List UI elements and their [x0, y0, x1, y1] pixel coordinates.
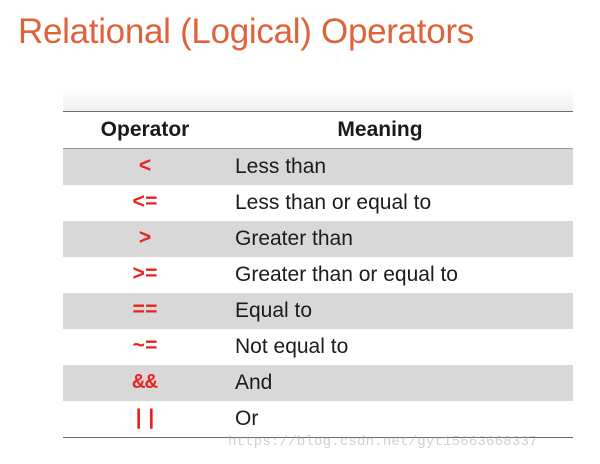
operator-meaning: Equal to — [227, 293, 573, 329]
table-row: ~= Not equal to — [63, 329, 573, 365]
table-row: && And — [63, 365, 573, 401]
operators-table: Operator Meaning < Less than <= Less tha… — [63, 111, 573, 438]
operator-symbol: >= — [63, 257, 227, 293]
operator-symbol: && — [63, 365, 227, 401]
operator-meaning: Greater than — [227, 221, 573, 257]
operator-meaning: And — [227, 365, 573, 401]
table-row: == Equal to — [63, 293, 573, 329]
slide-title: Relational (Logical) Operators — [18, 12, 474, 51]
operator-symbol: ~= — [63, 329, 227, 365]
operator-meaning: Less than — [227, 148, 573, 185]
table-row: || Or — [63, 401, 573, 438]
table-row: < Less than — [63, 148, 573, 185]
table-row: > Greater than — [63, 221, 573, 257]
column-header-operator: Operator — [63, 111, 227, 149]
operator-symbol: > — [63, 221, 227, 257]
operator-meaning: Less than or equal to — [227, 185, 573, 221]
table-header-row: Operator Meaning — [63, 111, 573, 149]
column-header-meaning: Meaning — [227, 111, 573, 149]
operator-symbol: < — [63, 148, 227, 185]
operator-symbol: <= — [63, 185, 227, 221]
table-top-band — [63, 86, 573, 112]
table-row: >= Greater than or equal to — [63, 257, 573, 293]
table-row: <= Less than or equal to — [63, 185, 573, 221]
operator-meaning: Greater than or equal to — [227, 257, 573, 293]
operator-symbol: || — [63, 401, 227, 438]
watermark: https://blog.csdn.net/gyt15663668337 — [228, 434, 538, 450]
operator-meaning: Or — [227, 401, 573, 438]
operator-symbol: == — [63, 293, 227, 329]
operator-meaning: Not equal to — [227, 329, 573, 365]
